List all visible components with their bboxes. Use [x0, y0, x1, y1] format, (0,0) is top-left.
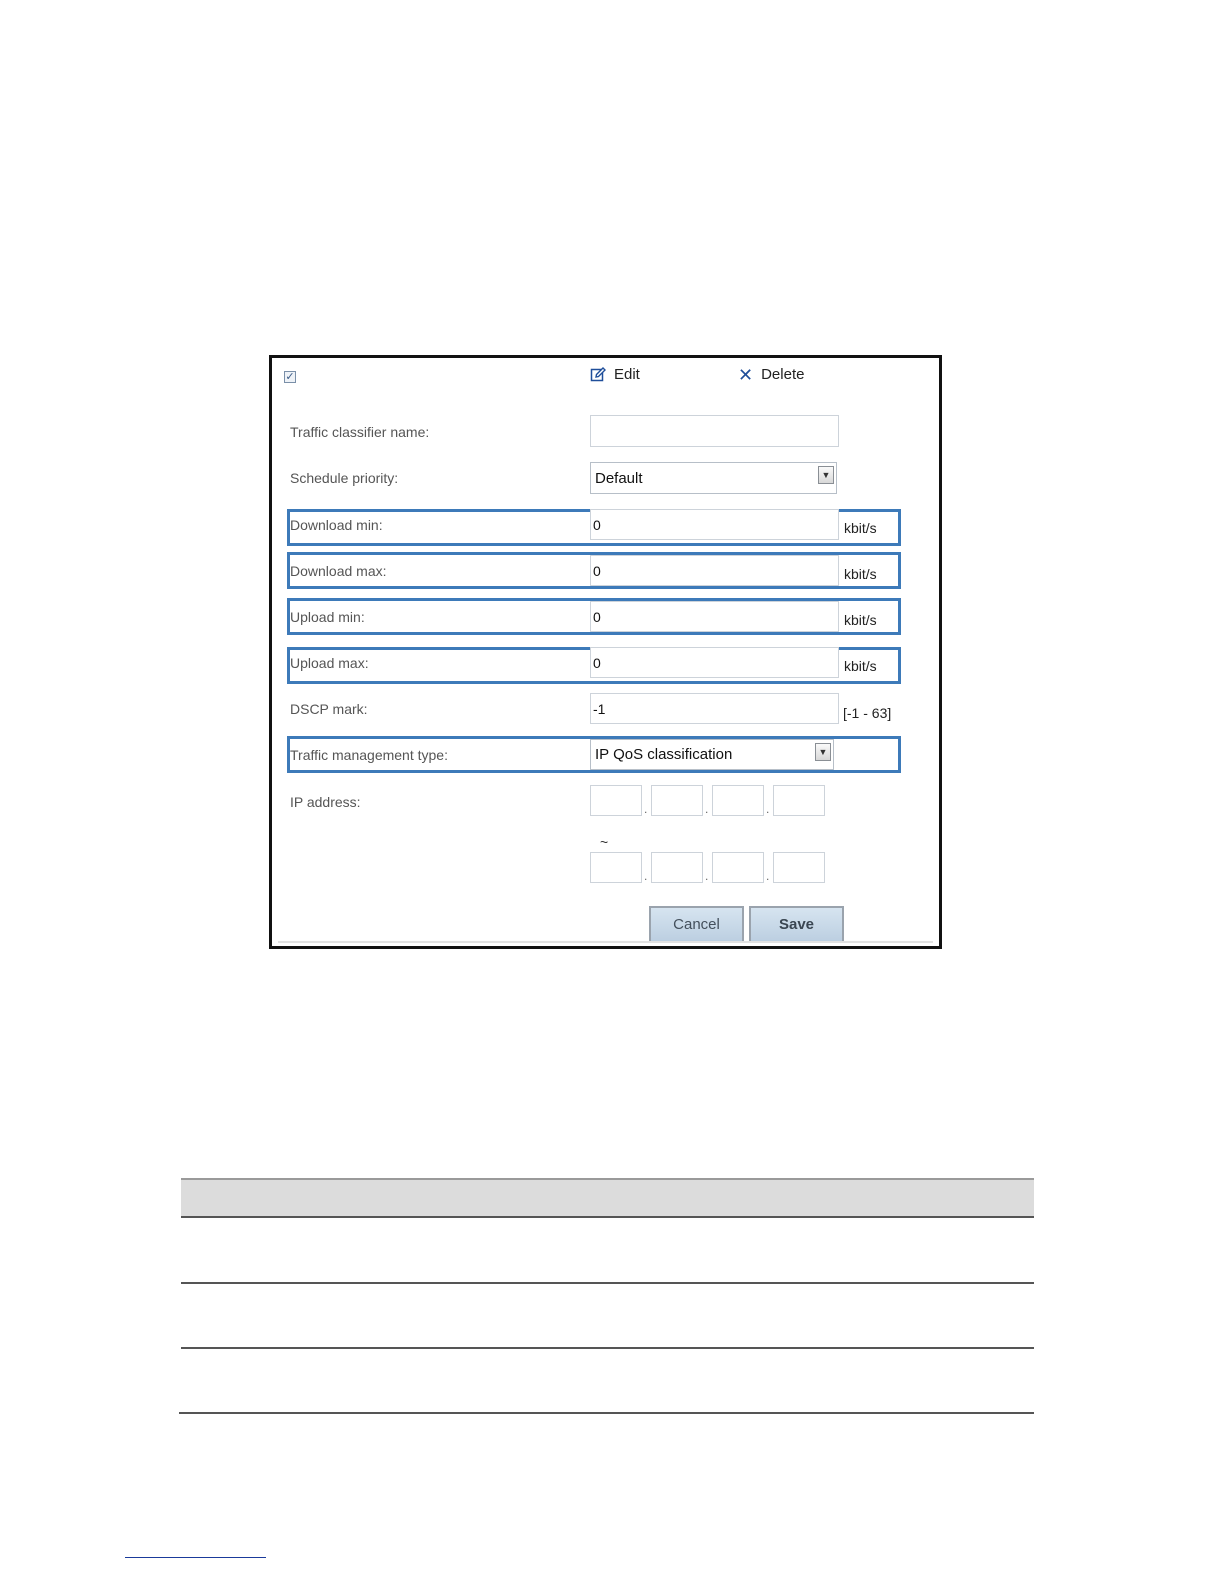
table-header: [181, 1178, 1034, 1218]
ip-separator: .: [705, 869, 709, 883]
ip-end-octet-3[interactable]: [712, 852, 764, 883]
upload-min-input[interactable]: [590, 601, 839, 632]
panel-bottom-divider: [278, 941, 933, 943]
upload-min-label: Upload min:: [290, 609, 365, 625]
delete-button[interactable]: ✕ Delete: [738, 364, 805, 385]
table-row: [181, 1347, 1034, 1349]
classifier-name-label: Traffic classifier name:: [290, 424, 430, 440]
cancel-button[interactable]: Cancel: [649, 906, 744, 943]
dscp-mark-input[interactable]: [590, 693, 839, 724]
ip-start-octet-4[interactable]: [773, 785, 825, 816]
download-min-input[interactable]: [590, 509, 839, 540]
traffic-management-type-label: Traffic management type:: [290, 747, 448, 763]
download-max-input[interactable]: [590, 555, 839, 586]
ip-end-octet-2[interactable]: [651, 852, 703, 883]
edit-label: Edit: [614, 366, 640, 383]
ip-separator: .: [705, 802, 709, 816]
ip-start-octet-1[interactable]: [590, 785, 642, 816]
ip-end-octet-1[interactable]: [590, 852, 642, 883]
download-min-unit: kbit/s: [844, 520, 877, 536]
ip-separator: .: [766, 869, 770, 883]
classifier-name-input[interactable]: [590, 415, 839, 447]
download-max-label: Download max:: [290, 563, 387, 579]
close-icon: ✕: [738, 364, 754, 385]
edit-button[interactable]: Edit: [590, 366, 640, 383]
upload-min-unit: kbit/s: [844, 612, 877, 628]
ip-separator: .: [644, 802, 648, 816]
ip-address-label: IP address:: [290, 794, 361, 810]
download-min-label: Download min:: [290, 517, 383, 533]
select-checkbox[interactable]: ✓: [284, 371, 296, 383]
schedule-priority-value: Default: [595, 469, 643, 487]
ip-separator: .: [766, 802, 770, 816]
delete-label: Delete: [761, 366, 805, 383]
upload-max-label: Upload max:: [290, 655, 369, 671]
ip-start-octet-2[interactable]: [651, 785, 703, 816]
schedule-priority-label: Schedule priority:: [290, 470, 399, 486]
dscp-mark-label: DSCP mark:: [290, 701, 368, 717]
ip-start-octet-3[interactable]: [712, 785, 764, 816]
ip-range-separator: ~: [600, 834, 609, 850]
chevron-down-icon: ▼: [815, 743, 831, 761]
save-button[interactable]: Save: [749, 906, 844, 943]
traffic-management-type-select[interactable]: IP QoS classification ▼: [590, 739, 834, 770]
table-row: [179, 1412, 1034, 1414]
edit-icon: [590, 366, 606, 381]
dscp-mark-range: [-1 - 63]: [843, 705, 892, 721]
schedule-priority-select[interactable]: Default ▼: [590, 462, 837, 494]
footer-link-underline: [125, 1557, 266, 1558]
upload-max-unit: kbit/s: [844, 658, 877, 674]
upload-max-input[interactable]: [590, 647, 839, 678]
ip-separator: .: [644, 869, 648, 883]
table-row: [181, 1282, 1034, 1284]
qos-classifier-panel: ✓ Edit ✕ Delete Traffic classifier name:…: [269, 355, 942, 949]
traffic-management-type-value: IP QoS classification: [595, 746, 733, 763]
download-max-unit: kbit/s: [844, 566, 877, 582]
ip-end-octet-4[interactable]: [773, 852, 825, 883]
chevron-down-icon: ▼: [818, 466, 834, 484]
